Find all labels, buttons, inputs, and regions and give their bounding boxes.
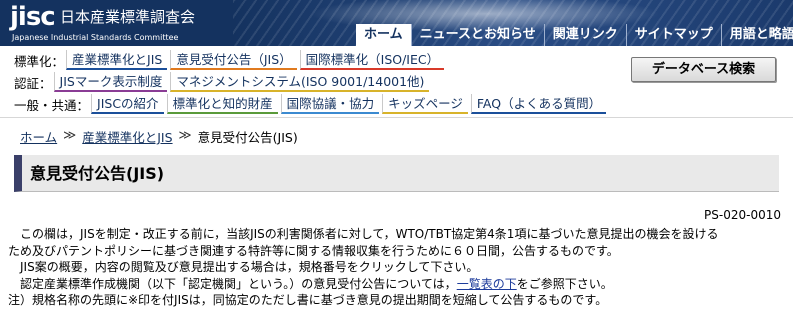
category-nav: 標準化： 産業標準化とJIS 意見受付公告（JIS） 国際標準化（ISO/IEC… [0, 46, 793, 118]
list-below-link[interactable]: 一覧表の下 [457, 277, 517, 291]
top-nav-sitemap[interactable]: サイトマップ [625, 24, 721, 46]
category-row-standardization: 標準化： 産業標準化とJIS 意見受付公告（JIS） 国際標準化（ISO/IEC… [14, 49, 447, 71]
breadcrumb-separator: ≫ [178, 127, 192, 142]
accredited-body-paragraph: 認定産業標準作成機関（以下「認定機関」という。）の意見受付公告については，一覧表… [8, 276, 784, 293]
logo-japanese-name: 日本産業標準調査会 [60, 8, 196, 26]
document-id: PS-020-0010 [704, 208, 781, 222]
breadcrumb-current: 意見受付公告(JIS) [197, 130, 298, 145]
instruction-paragraph: JIS案の概要，内容の閲覧及び意見提出する場合は，規格番号をクリックして下さい。 [8, 260, 479, 274]
top-nav: ホーム ニュースとお知らせ 関連リンク サイトマップ 用語と略語 [356, 24, 793, 46]
nav-international-cooperation[interactable]: 国際協議・協力 [280, 94, 380, 114]
top-nav-home[interactable]: ホーム [356, 24, 411, 46]
nav-kids-page[interactable]: キッズページ [382, 94, 468, 114]
breadcrumb-industrial-standardization[interactable]: 産業標準化とJIS [82, 127, 172, 146]
intro-paragraph-line: この欄は，JISを制定・改正する前に，当該JISの利害関係者に対して，WTO/T… [8, 227, 719, 241]
logo-english-name: Japanese Industrial Standards Committee [12, 33, 179, 42]
database-search-button[interactable]: データベース検索 [631, 57, 776, 82]
category-row-general: 一般・共通： JISCの紹介 標準化と知的財産 国際協議・協力 キッズページ F… [14, 93, 609, 115]
nav-management-system[interactable]: マネジメントシステム(ISO 9001/14001他) [170, 72, 430, 92]
accredited-text-post: をご参照下さい。 [516, 276, 613, 291]
logo-mark: jisc [10, 2, 56, 32]
category-label: 標準化： [14, 53, 65, 69]
page-title: 意見受付公告(JIS) [30, 164, 165, 183]
nav-faq[interactable]: FAQ（よくある質問） [470, 94, 607, 114]
site-header: jisc 日本産業標準調査会 Japanese Industrial Stand… [0, 0, 793, 46]
category-label: 認証： [14, 75, 52, 91]
nav-public-comment-jis[interactable]: 意見受付公告（JIS） [170, 50, 297, 70]
nav-international-standardization[interactable]: 国際標準化（ISO/IEC） [299, 50, 445, 70]
breadcrumb-home[interactable]: ホーム [20, 127, 57, 146]
nav-about-jisc[interactable]: JISCの紹介 [91, 94, 164, 114]
category-row-certification: 認証： JISマーク表示制度 マネジメントシステム(ISO 9001/14001… [14, 71, 432, 93]
accredited-text-pre: 認定産業標準作成機関（以下「認定機関」という。）の意見受付公告については， [8, 276, 457, 291]
top-nav-news[interactable]: ニュースとお知らせ [410, 24, 544, 46]
nav-industrial-standardization[interactable]: 産業標準化とJIS [66, 50, 168, 70]
breadcrumb: ホーム ≫ 産業標準化とJIS ≫ 意見受付公告(JIS) [20, 127, 298, 146]
page-title-bar: 意見受付公告(JIS) [14, 155, 779, 192]
breadcrumb-separator: ≫ [63, 127, 77, 142]
category-label: 一般・共通： [14, 97, 90, 113]
top-nav-glossary[interactable]: 用語と略語 [720, 24, 793, 46]
intro-text: この欄は，JISを制定・改正する前に，当該JISの利害関係者に対して，WTO/T… [8, 226, 784, 309]
intro-paragraph-line: ため及びパテントポリシーに基づき関連する特許等に関する情報収集を行うために６０日… [8, 243, 619, 258]
nav-standardization-ip[interactable]: 標準化と知的財産 [166, 94, 278, 114]
note-paragraph: 注）規格名称の先頭に※印を付JISは，同協定のただし書に基づき意見の提出期間を短… [8, 293, 608, 307]
nav-jis-mark[interactable]: JISマーク表示制度 [53, 72, 168, 92]
top-nav-related-links[interactable]: 関連リンク [543, 24, 626, 46]
